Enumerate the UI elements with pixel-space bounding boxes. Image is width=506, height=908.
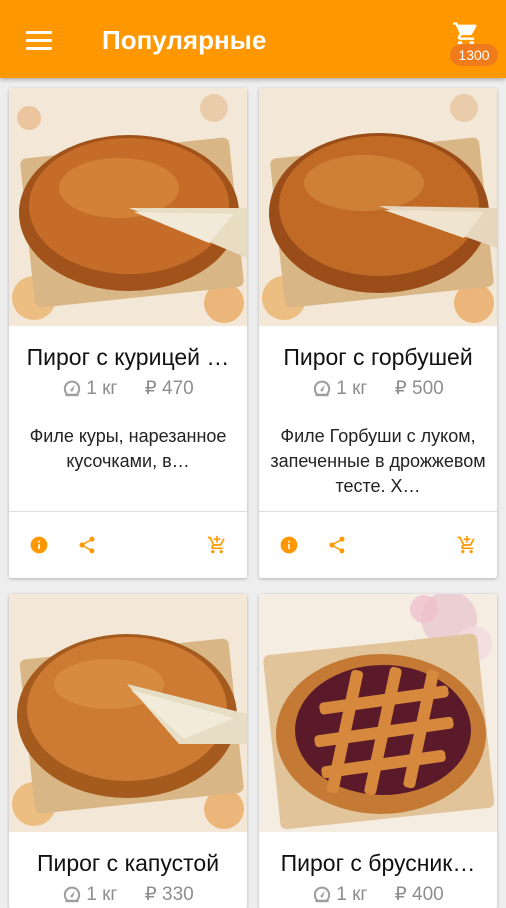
card-actions xyxy=(9,512,247,578)
hamburger-line xyxy=(26,47,52,50)
product-name: Пирог с курицей … xyxy=(26,344,230,370)
weight-value: 1 кг xyxy=(336,378,368,399)
product-photo xyxy=(9,88,247,326)
page-title: Популярные xyxy=(102,25,267,55)
product-meta: 1 кг ₽ 330 xyxy=(9,882,247,908)
info-button[interactable] xyxy=(279,535,299,555)
product-price: ₽ 400 xyxy=(394,884,444,905)
weight-value: 1 кг xyxy=(86,884,118,905)
info-icon xyxy=(30,536,48,554)
product-photo xyxy=(9,594,247,832)
product-meta: 1 кг ₽ 470 xyxy=(9,376,247,402)
product-weight: 1 кг xyxy=(62,378,117,399)
hamburger-menu-icon xyxy=(26,31,52,34)
add-cart-icon xyxy=(207,535,225,554)
product-weight: 1 кг xyxy=(62,884,117,905)
product-name: Пирог с горбушей xyxy=(283,344,473,370)
pie-image xyxy=(259,88,497,326)
weight-value: 1 кг xyxy=(336,884,368,905)
share-icon xyxy=(329,536,345,554)
scale-icon xyxy=(314,380,331,397)
share-icon xyxy=(79,536,95,554)
product-card[interactable]: Пирог с брусник… 1 кг ₽ 400 xyxy=(259,594,497,908)
menu-button[interactable] xyxy=(20,22,60,58)
card-actions xyxy=(259,512,497,578)
product-description: Филе Горбуши с луком, запеченные в дрожж… xyxy=(270,426,486,496)
product-card[interactable]: Пирог с курицей … 1 кг ₽ 470 Филе куры, … xyxy=(9,88,247,578)
product-price: ₽ 330 xyxy=(144,884,194,905)
pie-image xyxy=(9,594,247,832)
product-meta: 1 кг ₽ 500 xyxy=(259,376,497,402)
product-card[interactable]: Пирог с капустой 1 кг ₽ 330 xyxy=(9,594,247,908)
product-meta: 1 кг ₽ 400 xyxy=(259,882,497,908)
add-cart-icon xyxy=(457,535,475,554)
product-photo xyxy=(259,594,497,832)
product-card[interactable]: Пирог с горбушей 1 кг ₽ 500 Филе Горбуши… xyxy=(259,88,497,578)
share-button[interactable] xyxy=(77,535,97,555)
cart-count-badge: 1300 xyxy=(450,44,498,66)
scale-icon xyxy=(64,886,81,903)
hamburger-line xyxy=(26,39,52,42)
weight-value: 1 кг xyxy=(86,378,118,399)
info-button[interactable] xyxy=(29,535,49,555)
product-name: Пирог с капустой xyxy=(36,850,220,876)
info-icon xyxy=(280,536,298,554)
product-photo xyxy=(259,88,497,326)
product-weight: 1 кг xyxy=(312,884,367,905)
scale-icon xyxy=(64,380,81,397)
product-price: ₽ 470 xyxy=(144,378,194,399)
product-weight: 1 кг xyxy=(312,378,367,399)
add-to-cart-button[interactable] xyxy=(457,535,477,555)
app-bar: Популярные 1300 xyxy=(0,0,506,78)
add-to-cart-button[interactable] xyxy=(207,535,227,555)
share-button[interactable] xyxy=(327,535,347,555)
pie-image xyxy=(9,88,247,326)
pie-image xyxy=(259,594,497,832)
scale-icon xyxy=(314,886,331,903)
product-description: Филе куры, нарезанное кусочками, в… xyxy=(29,426,227,471)
product-price: ₽ 500 xyxy=(394,378,444,399)
cart-button[interactable]: 1300 xyxy=(444,18,500,70)
product-name: Пирог с брусник… xyxy=(280,850,476,876)
